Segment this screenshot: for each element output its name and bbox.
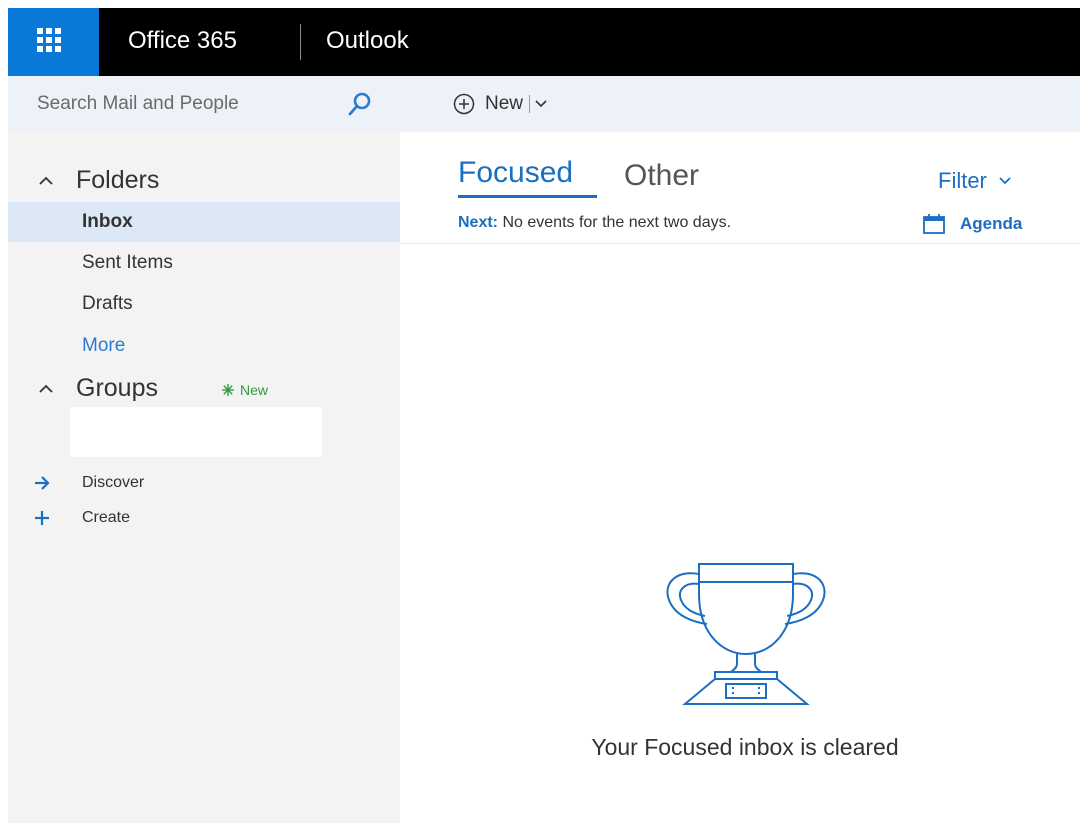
module-name[interactable]: Outlook — [326, 27, 409, 55]
folders-heading: Folders — [76, 166, 160, 194]
calendar-icon — [923, 214, 945, 234]
filter-button[interactable]: Filter — [938, 168, 1011, 194]
chevron-up-icon — [39, 176, 53, 185]
search-input[interactable]: Search Mail and People — [37, 93, 239, 115]
groups-heading: Groups — [76, 374, 158, 402]
folder-inbox[interactable]: Inbox — [8, 202, 400, 242]
agenda-label: Agenda — [960, 214, 1023, 233]
command-bar: New — [400, 76, 1080, 132]
trophy-icon — [666, 563, 826, 705]
app-launcher-button[interactable] — [8, 8, 99, 76]
arrow-right-icon — [35, 476, 50, 490]
new-button-divider — [529, 95, 531, 113]
groups-new-badge: New — [222, 382, 268, 398]
folders-toggle[interactable]: Folders — [39, 166, 159, 195]
plus-circle-icon — [453, 93, 475, 115]
tab-focused[interactable]: Focused — [458, 156, 573, 190]
empty-inbox-message: Your Focused inbox is cleared — [591, 734, 899, 760]
tab-other[interactable]: Other — [624, 159, 699, 193]
groups-create-link[interactable]: Create — [34, 509, 130, 527]
chevron-down-icon[interactable] — [535, 100, 547, 108]
tab-focused-underline — [458, 195, 597, 198]
search-box[interactable]: Search Mail and People — [8, 76, 400, 132]
chevron-down-icon — [999, 177, 1011, 185]
sparkle-icon — [222, 384, 234, 396]
next-label: Next: — [458, 214, 499, 231]
folder-more-link[interactable]: More — [8, 326, 400, 366]
top-bar: Office 365 Outlook — [8, 8, 1080, 76]
chevron-up-icon — [39, 384, 53, 393]
folder-drafts[interactable]: Drafts — [8, 284, 400, 324]
next-events-text: No events for the next two days. — [502, 214, 732, 231]
discover-label: Discover — [82, 474, 145, 491]
waffle-icon — [37, 28, 61, 52]
groups-toggle[interactable]: Groups — [39, 374, 158, 403]
app-name-link[interactable]: Office 365 — [128, 27, 237, 55]
new-button-label: New — [485, 93, 524, 114]
left-navigation: Search Mail and People Folders Inbox Sen… — [8, 76, 400, 823]
search-icon[interactable] — [348, 92, 372, 116]
create-label: Create — [82, 509, 131, 526]
message-list-divider — [400, 243, 1080, 244]
folder-sent-items[interactable]: Sent Items — [8, 243, 400, 283]
groups-list-placeholder — [70, 407, 322, 457]
new-message-button[interactable]: New — [453, 93, 547, 115]
filter-label: Filter — [938, 168, 987, 193]
next-events-line: Next: No events for the next two days. — [458, 214, 731, 232]
groups-discover-link[interactable]: Discover — [34, 474, 144, 492]
groups-new-label: New — [240, 382, 269, 398]
header-divider — [300, 24, 301, 60]
plus-icon — [35, 511, 49, 525]
agenda-button[interactable]: Agenda — [922, 213, 1022, 235]
